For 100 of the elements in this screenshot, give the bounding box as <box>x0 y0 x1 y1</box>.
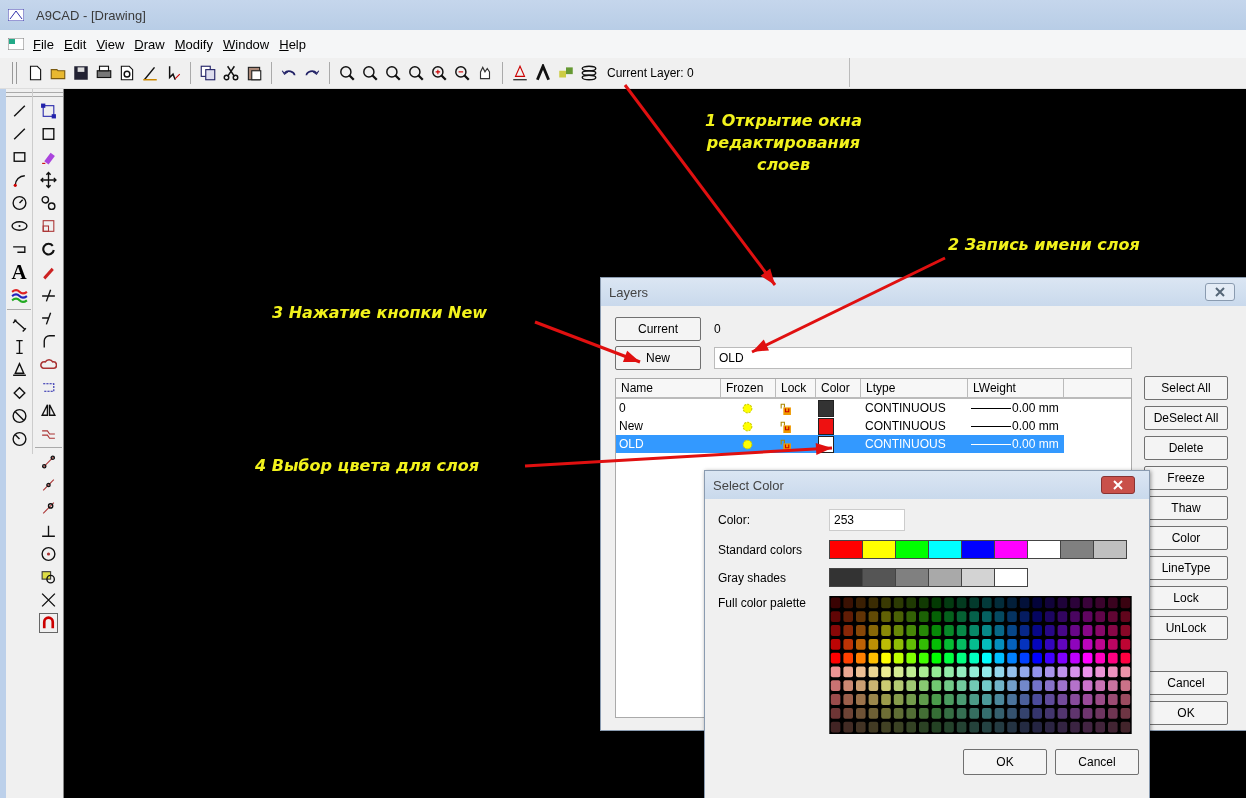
baseline-dimension-icon[interactable] <box>10 361 28 379</box>
window-title: A9CAD - [Drawing] <box>36 7 146 23</box>
close-button[interactable] <box>1101 476 1135 494</box>
table-cell: 0.00 mm <box>1012 401 1059 415</box>
shade-swatch[interactable] <box>962 569 995 586</box>
full-palette-label: Full color palette <box>718 596 808 610</box>
current-layer-label: Current Layer: 0 <box>607 65 694 80</box>
selection-frame-icon[interactable] <box>39 102 57 120</box>
color-swatch[interactable] <box>1094 541 1126 558</box>
column-header[interactable]: Lock <box>776 379 816 397</box>
center-snap-icon[interactable] <box>39 545 57 563</box>
text-tool-icon[interactable]: A <box>11 263 27 281</box>
dialog-button[interactable]: DeSelect All <box>1144 406 1228 430</box>
layers-icon[interactable] <box>580 63 598 82</box>
color-swatch[interactable] <box>830 541 863 558</box>
column-header[interactable]: Name <box>616 379 721 397</box>
layer-row[interactable]: 0 CONTINUOUS 0.00 mm <box>616 399 1064 417</box>
color-swatch[interactable] <box>995 541 1028 558</box>
color-swatch[interactable] <box>962 541 995 558</box>
color-swatch[interactable] <box>896 541 929 558</box>
menu-item[interactable]: View <box>95 36 126 52</box>
insert-snap-icon[interactable] <box>39 568 57 586</box>
color-label: Color: <box>718 513 751 527</box>
color-swatch[interactable] <box>863 541 896 558</box>
menu-item[interactable]: Modify <box>173 36 214 52</box>
magnifier-icon[interactable] <box>407 63 425 82</box>
shade-swatch[interactable] <box>863 569 896 586</box>
waves-icon[interactable] <box>10 286 28 304</box>
menu-item[interactable]: Window <box>222 36 271 52</box>
padlock-icon[interactable] <box>779 419 792 433</box>
scissors-icon[interactable] <box>222 63 240 82</box>
table-cell-text: New <box>618 419 644 433</box>
rotate-icon[interactable] <box>39 240 57 258</box>
text-style-icon[interactable] <box>534 63 552 82</box>
dialog-title: Layers <box>609 284 649 300</box>
menu-item[interactable]: Draw <box>133 36 166 52</box>
table-cell-text: CONTINUOUS <box>864 401 947 415</box>
table-cell-text: CONTINUOUS <box>864 419 947 433</box>
padlock-icon[interactable] <box>779 401 792 415</box>
column-header[interactable]: Color <box>816 379 861 397</box>
dialog-button[interactable]: Freeze <box>1144 466 1228 490</box>
copy-circles-icon[interactable] <box>39 194 57 212</box>
square-icon[interactable] <box>39 125 57 143</box>
color-swatch[interactable] <box>818 399 834 417</box>
dialog-button[interactable]: Delete <box>1144 436 1228 460</box>
copy-icon[interactable] <box>199 63 217 82</box>
color-swatch[interactable] <box>1061 541 1094 558</box>
new-button[interactable]: New <box>615 346 701 370</box>
color-swatch[interactable] <box>929 541 962 558</box>
layer-name-field[interactable]: OLD <box>714 347 1132 369</box>
color-field[interactable]: 253 <box>829 509 905 531</box>
app-icon <box>8 9 24 21</box>
radius-icon[interactable] <box>10 430 28 448</box>
menu-item[interactable]: Help <box>278 36 307 52</box>
table-cell: 0.00 mm <box>1012 419 1059 433</box>
dialog-button[interactable]: Select All <box>1144 376 1228 400</box>
dialog-button[interactable]: OK <box>963 749 1047 775</box>
padlock-icon[interactable] <box>779 437 792 451</box>
menu-item[interactable]: File <box>32 36 55 52</box>
table-cell-text: CONTINUOUS <box>864 437 947 451</box>
zoom-out-icon[interactable] <box>453 63 471 82</box>
column-header[interactable]: Ltype <box>861 379 968 397</box>
zoom-in-icon[interactable] <box>430 63 448 82</box>
color-swatch[interactable] <box>818 417 834 435</box>
annotation-text: 3 Нажатие кнопки New <box>272 302 488 324</box>
annotation-text: 2 Запись имени слоя <box>948 234 1140 256</box>
dialog-title: Select Color <box>713 477 784 493</box>
document-icon <box>8 38 24 50</box>
close-button[interactable] <box>1205 283 1235 301</box>
current-button[interactable]: Current <box>615 317 701 341</box>
move-arrows-icon[interactable] <box>39 171 57 189</box>
column-header[interactable]: LWeight <box>968 379 1064 397</box>
circle-icon[interactable] <box>10 194 28 212</box>
magnifier-icon[interactable] <box>384 63 402 82</box>
magnet-icon[interactable] <box>39 614 57 632</box>
table-cell: 0.00 mm <box>1012 437 1059 451</box>
shades-label: Gray shades <box>718 570 788 585</box>
menu-item[interactable]: Edit <box>62 36 88 52</box>
column-header[interactable]: Frozen <box>721 379 776 397</box>
layer-row[interactable]: New CONTINUOUS 0.00 mm <box>616 417 1064 435</box>
print-preview-icon[interactable] <box>118 63 136 82</box>
endpoint-snap-icon[interactable] <box>39 453 57 471</box>
dialog-button[interactable]: Cancel <box>1055 749 1139 775</box>
shade-swatch[interactable] <box>896 569 929 586</box>
close-icon[interactable] <box>1215 287 1225 297</box>
shade-swatch[interactable] <box>929 569 962 586</box>
magnifier-icon[interactable] <box>338 63 356 82</box>
magnifier-icon[interactable] <box>361 63 379 82</box>
standard-colors-label: Standard colors <box>718 542 804 557</box>
shade-swatch[interactable] <box>995 569 1027 586</box>
sun-icon[interactable] <box>741 437 754 451</box>
color-swatch[interactable] <box>1028 541 1061 558</box>
shade-swatch[interactable] <box>830 569 863 586</box>
annotation-text: 1 Открытие окна редактирования слоев <box>705 110 862 176</box>
intersection-icon[interactable] <box>39 591 57 609</box>
annotation-text: 4 Выбор цвета для слоя <box>255 455 479 477</box>
current-layer-value: 0 <box>714 322 721 336</box>
table-cell-text: 0 <box>618 401 627 415</box>
color-palette[interactable] <box>829 596 1132 734</box>
table-cell-text: OLD <box>618 437 645 451</box>
